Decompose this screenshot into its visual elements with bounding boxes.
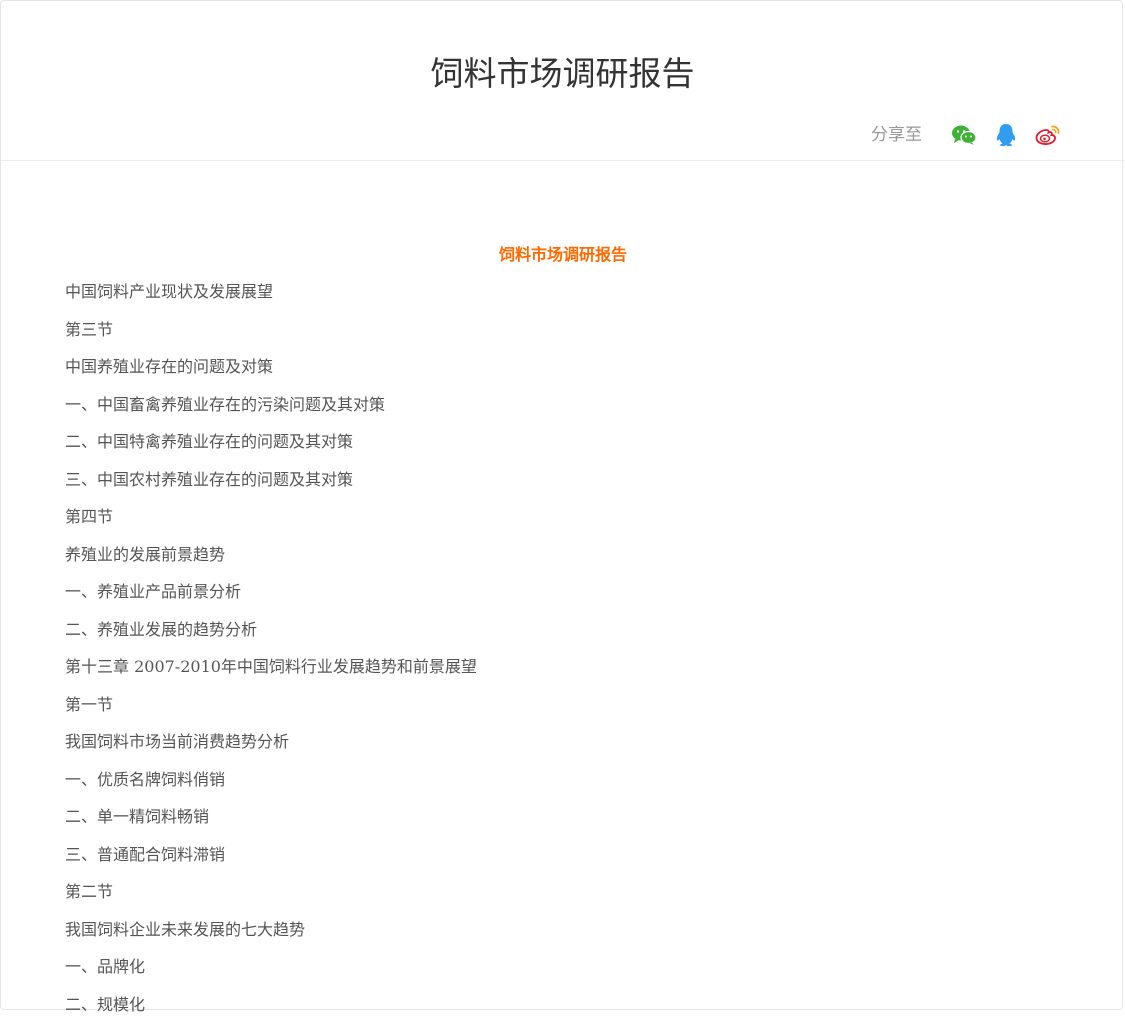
list-item: 三、普通配合饲料滞销 bbox=[65, 836, 1061, 874]
wechat-icon[interactable] bbox=[950, 121, 978, 149]
list-item: 第四节 bbox=[65, 498, 1061, 536]
list-item: 二、养殖业发展的趋势分析 bbox=[65, 611, 1061, 649]
page-title: 饲料市场调研报告 bbox=[1, 53, 1124, 95]
list-item: 中国养殖业存在的问题及对策 bbox=[65, 348, 1061, 386]
article-header: 饲料市场调研报告 分享至 bbox=[1, 1, 1124, 161]
list-item: 中国饲料产业现状及发展展望 bbox=[65, 273, 1061, 311]
list-item: 一、品牌化 bbox=[65, 948, 1061, 986]
list-item: 我国饲料市场当前消费趋势分析 bbox=[65, 723, 1061, 761]
share-bar: 分享至 bbox=[871, 119, 1062, 151]
list-item: 一、中国畜禽养殖业存在的污染问题及其对策 bbox=[65, 386, 1061, 424]
list-item: 二、规模化 bbox=[65, 986, 1061, 1023]
list-item: 一、养殖业产品前景分析 bbox=[65, 573, 1061, 611]
article-card: 饲料市场调研报告 分享至 bbox=[0, 0, 1123, 1010]
list-item: 我国饲料企业未来发展的七大趋势 bbox=[65, 911, 1061, 949]
list-item: 三、中国农村养殖业存在的问题及其对策 bbox=[65, 461, 1061, 499]
list-item: 第一节 bbox=[65, 686, 1061, 724]
list-item: 二、单一精饲料畅销 bbox=[65, 798, 1061, 836]
article-heading: 饲料市场调研报告 bbox=[65, 237, 1061, 273]
qq-icon[interactable] bbox=[992, 121, 1020, 149]
list-item: 二、中国特禽养殖业存在的问题及其对策 bbox=[65, 423, 1061, 461]
list-item: 第二节 bbox=[65, 873, 1061, 911]
list-item: 第十三章 2007-2010年中国饲料行业发展趋势和前景展望 bbox=[65, 648, 1061, 686]
list-item: 养殖业的发展前景趋势 bbox=[65, 536, 1061, 574]
list-item: 一、优质名牌饲料俏销 bbox=[65, 761, 1061, 799]
share-label: 分享至 bbox=[871, 119, 922, 151]
article-body: 饲料市场调研报告 中国饲料产业现状及发展展望 第三节 中国养殖业存在的问题及对策… bbox=[65, 237, 1061, 1023]
list-item: 第三节 bbox=[65, 311, 1061, 349]
weibo-icon[interactable] bbox=[1034, 121, 1062, 149]
article-lines: 中国饲料产业现状及发展展望 第三节 中国养殖业存在的问题及对策 一、中国畜禽养殖… bbox=[65, 273, 1061, 1023]
